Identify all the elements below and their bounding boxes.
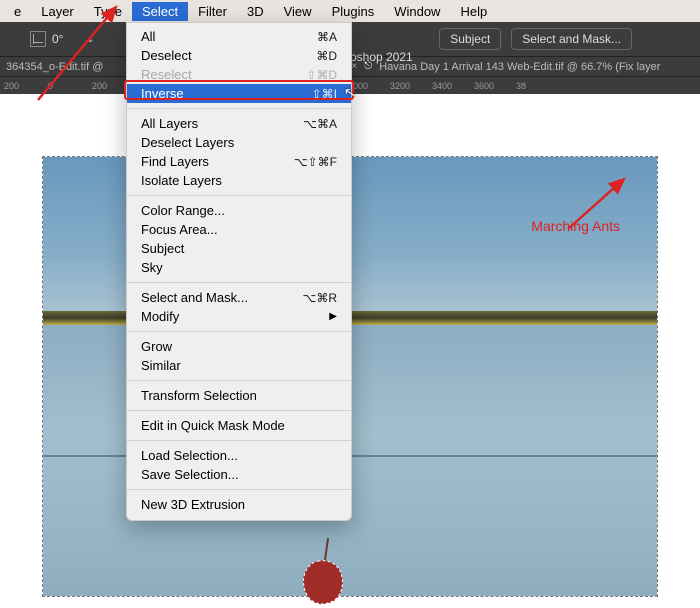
menu-item-3d[interactable]: 3D — [237, 2, 274, 21]
menu-item-save-selection[interactable]: Save Selection... — [127, 465, 351, 484]
annotation-label: Marching Ants — [531, 218, 620, 234]
menu-item-edit-partial[interactable]: e — [4, 2, 31, 21]
menu-item-window[interactable]: Window — [384, 2, 450, 21]
cursor-icon: ↖ — [343, 83, 358, 102]
select-subject-button[interactable]: Subject — [439, 28, 501, 50]
menu-item-label: Subject — [141, 241, 184, 256]
angle-icon — [30, 31, 46, 47]
tab-1-title[interactable]: 364354_o-Edit.tif @ — [6, 61, 103, 73]
menu-item-isolate-layers[interactable]: Isolate Layers — [127, 171, 351, 190]
menu-item-inverse[interactable]: Inverse ⇧⌘I — [127, 84, 351, 103]
menu-item-label: Grow — [141, 339, 172, 354]
menu-item-shortcut: ⌥⌘A — [303, 117, 337, 131]
menu-item-label: Similar — [141, 358, 181, 373]
menu-item-label: Load Selection... — [141, 448, 238, 463]
ruler-tick: 0 — [48, 81, 92, 91]
submenu-arrow-icon: ▶ — [329, 311, 337, 322]
menu-item-transform-selection[interactable]: Transform Selection — [127, 386, 351, 405]
menu-item-label: Modify — [141, 309, 179, 324]
menu-item-label: Find Layers — [141, 154, 209, 169]
menu-item-shortcut: ⌥⇧⌘F — [294, 155, 337, 169]
menu-item-find-layers[interactable]: Find Layers ⌥⇧⌘F — [127, 152, 351, 171]
ruler-tick: 3200 — [390, 81, 432, 91]
menu-item-sky[interactable]: Sky — [127, 258, 351, 277]
menu-item-shortcut: ⇧⌘D — [306, 68, 337, 82]
menu-item-subject[interactable]: Subject — [127, 239, 351, 258]
menu-item-shortcut: ⇧⌘I — [312, 87, 337, 101]
ruler-tick: 200 — [4, 81, 48, 91]
ruler-tick: 3600 — [474, 81, 516, 91]
menu-item-label: Transform Selection — [141, 388, 257, 403]
menu-item-color-range[interactable]: Color Range... — [127, 201, 351, 220]
menu-item-all-layers[interactable]: All Layers ⌥⌘A — [127, 114, 351, 133]
menu-item-label: Isolate Layers — [141, 173, 222, 188]
menu-item-label: All — [141, 29, 155, 44]
angle-input[interactable] — [52, 32, 80, 46]
ruler-tick: 38 — [516, 81, 558, 91]
tab-2-title[interactable]: Havana Day 1 Arrival 143 Web-Edit.tif @ … — [379, 61, 660, 73]
menubar: e Layer Type Select Filter 3D View Plugi… — [0, 0, 700, 22]
menu-item-shortcut: ⌘D — [316, 49, 337, 63]
menu-item-label: Deselect — [141, 48, 192, 63]
menu-item-focus-area[interactable]: Focus Area... — [127, 220, 351, 239]
menu-item-label: Focus Area... — [141, 222, 218, 237]
image-leaf-selection — [303, 534, 349, 604]
menu-item-label: Inverse — [141, 86, 184, 101]
menu-item-shortcut: ⌘A — [317, 30, 337, 44]
select-and-mask-button[interactable]: Select and Mask... — [511, 28, 632, 50]
menu-item-label: Reselect — [141, 67, 192, 82]
menu-item-deselect-layers[interactable]: Deselect Layers — [127, 133, 351, 152]
menu-item-reselect: Reselect ⇧⌘D — [127, 65, 351, 84]
menu-item-label: Edit in Quick Mask Mode — [141, 418, 285, 433]
menu-item-select-and-mask[interactable]: Select and Mask... ⌥⌘R — [127, 288, 351, 307]
ruler-tick: 3400 — [432, 81, 474, 91]
menu-item-filter[interactable]: Filter — [188, 2, 237, 21]
menu-item-shortcut: ⌥⌘R — [303, 291, 338, 305]
menu-item-edit-in-quick-mask-mode[interactable]: Edit in Quick Mask Mode — [127, 416, 351, 435]
menu-item-help[interactable]: Help — [450, 2, 497, 21]
menu-item-select[interactable]: Select — [132, 2, 188, 21]
menu-item-modify[interactable]: Modify ▶ — [127, 307, 351, 326]
menu-item-label: Color Range... — [141, 203, 225, 218]
menu-item-label: New 3D Extrusion — [141, 497, 245, 512]
menu-item-type[interactable]: Type — [84, 2, 132, 21]
menu-item-grow[interactable]: Grow — [127, 337, 351, 356]
menu-item-view[interactable]: View — [274, 2, 322, 21]
menu-item-layer[interactable]: Layer — [31, 2, 84, 21]
menu-item-label: All Layers — [141, 116, 198, 131]
menu-item-label: Sky — [141, 260, 163, 275]
menu-item-plugins[interactable]: Plugins — [322, 2, 385, 21]
menu-item-deselect[interactable]: Deselect ⌘D — [127, 46, 351, 65]
menu-item-label: Select and Mask... — [141, 290, 248, 305]
menu-item-label: Save Selection... — [141, 467, 239, 482]
menu-item-label: Deselect Layers — [141, 135, 234, 150]
menu-item-all[interactable]: All ⌘A — [127, 27, 351, 46]
menu-item-new-3d-extrusion[interactable]: New 3D Extrusion — [127, 495, 351, 514]
select-menu-dropdown: All ⌘A Deselect ⌘D Reselect ⇧⌘D Inverse ⇧⌘I All … — [126, 22, 352, 521]
chevron-down-icon[interactable]: ⌄ — [86, 34, 94, 45]
menu-item-load-selection[interactable]: Load Selection... — [127, 446, 351, 465]
menu-item-similar[interactable]: Similar — [127, 356, 351, 375]
